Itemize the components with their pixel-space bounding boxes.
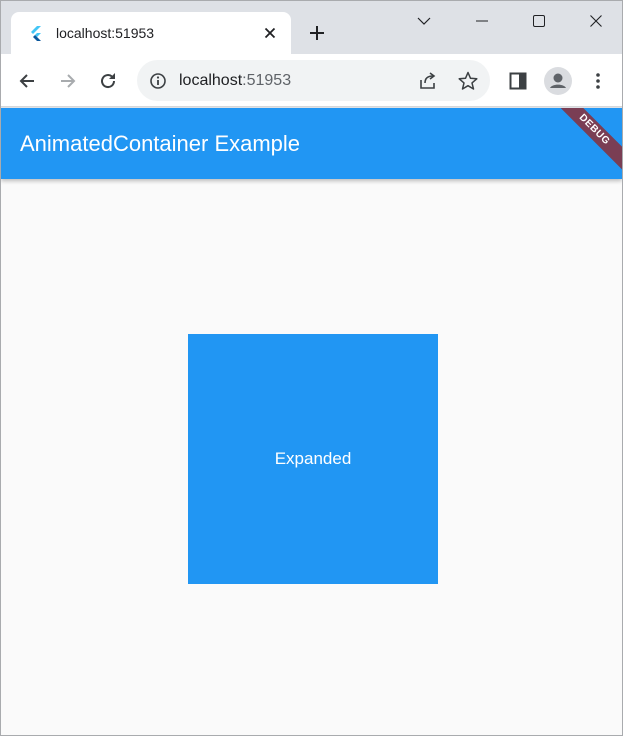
side-panel-icon[interactable] [503,66,533,96]
tab-strip: localhost:51953 [1,1,622,54]
animated-container[interactable]: Expanded [188,334,438,584]
arrow-right-icon[interactable] [53,66,83,96]
browser-window: localhost:51953 localhost:51953 Animated… [0,0,623,736]
url-host: localhost [179,72,243,89]
page-title: AnimatedContainer Example [20,131,301,156]
container-label: Expanded [274,449,352,468]
window-close-icon[interactable] [567,1,622,41]
share-icon[interactable] [417,70,439,92]
profile-icon[interactable] [543,66,573,96]
maximize-icon[interactable] [510,1,568,41]
kebab-menu-icon[interactable] [583,66,613,96]
page-content: AnimatedContainer Example DEBUG Expanded [1,108,622,735]
reload-icon[interactable] [93,66,123,96]
chevron-down-icon[interactable] [395,1,453,41]
plus-icon[interactable] [303,19,331,47]
url-text: localhost:51953 [179,72,291,90]
browser-toolbar: localhost:51953 [1,54,622,107]
close-icon[interactable] [260,23,280,43]
address-bar[interactable]: localhost:51953 [137,60,490,101]
app-bar: AnimatedContainer Example [1,108,622,179]
browser-tab[interactable]: localhost:51953 [11,12,291,54]
arrow-left-icon[interactable] [12,66,42,96]
star-icon[interactable] [457,70,479,92]
url-port: :51953 [242,72,292,89]
flutter-icon [28,25,44,41]
minimize-icon[interactable] [453,1,511,41]
info-icon[interactable] [149,72,167,90]
tab-title: localhost:51953 [56,25,155,41]
